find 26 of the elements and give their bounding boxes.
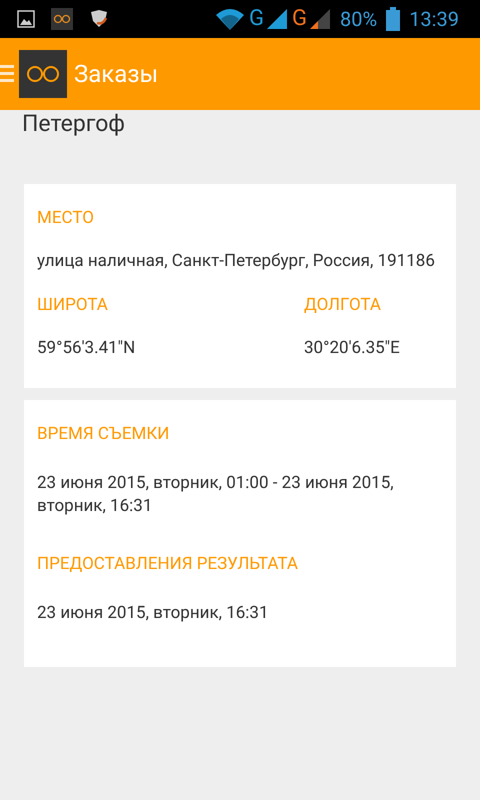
field-label: ПРЕДОСТАВЛЕНИЯ РЕЗУЛЬТАТА	[37, 554, 299, 574]
signal-icon	[266, 8, 288, 30]
glasses-icon	[51, 8, 73, 30]
clock-time: 13:39	[409, 7, 459, 31]
menu-icon	[0, 63, 14, 85]
network-type-label: G	[249, 7, 264, 31]
wifi-icon	[215, 8, 246, 30]
app-logo-icon	[19, 50, 67, 98]
field-value: 23 июня 2015, вторник, 16:31	[37, 602, 270, 625]
field-label: ВРЕМЯ СЪЕМКИ	[37, 424, 170, 444]
field-value: 59°56'3.41"N	[37, 337, 136, 360]
picture-icon	[17, 10, 35, 28]
network-type-label: G	[292, 7, 308, 31]
app-title: Заказы	[74, 60, 158, 88]
menu-button[interactable]	[0, 50, 67, 98]
field-label: МЕСТО	[37, 208, 95, 228]
shield-icon	[89, 9, 109, 29]
field-value: улица наличная, Санкт-Петербург, Россия, 191186	[37, 250, 436, 273]
field-label: ШИРОТА	[37, 295, 109, 315]
battery-percent: 80%	[340, 7, 378, 31]
field-value: 30°20'6.35"E	[304, 337, 400, 360]
field-value: 23 июня 2015, вторник, 01:00 - 23 июня 2015, вторник, 16:31	[37, 472, 395, 518]
page-title: Петергоф	[22, 110, 126, 139]
battery-icon	[386, 7, 400, 31]
field-label: ДОЛГОТА	[304, 295, 382, 315]
signal-icon	[309, 8, 332, 30]
